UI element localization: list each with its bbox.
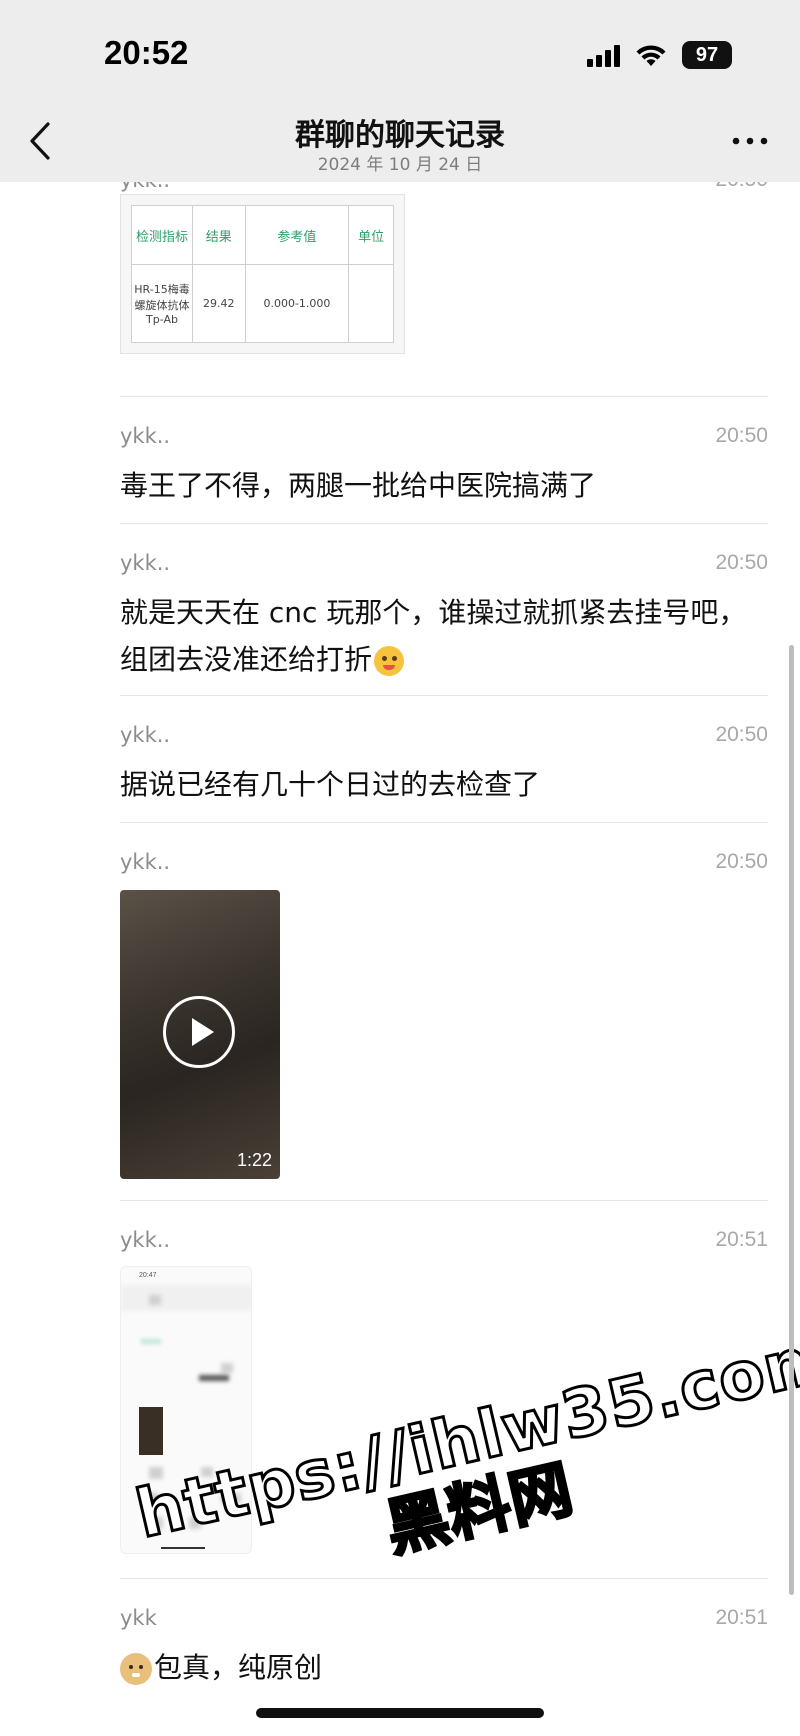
- message-time: 20:50: [715, 182, 768, 192]
- report-cell: 0.000-1.000: [244, 264, 350, 343]
- divider: [120, 396, 768, 397]
- message-item: ykk.. 20:50 就是天天在 cnc 玩那个，谁操过就抓紧去挂号吧，组团去…: [120, 551, 768, 691]
- message-item: ykk.. 20:50 1:22: [120, 850, 768, 1190]
- message-time: 20:50: [715, 723, 768, 746]
- divider: [120, 1578, 768, 1579]
- play-icon[interactable]: [163, 996, 235, 1068]
- message-item: ykk.. 20:50 检测指标 结果 参考值 单位 HR-15梅毒螺旋体抗体T…: [120, 182, 768, 368]
- screenshot-home-indicator: [161, 1547, 205, 1549]
- message-item: ykk 20:51 包真，纯原创: [120, 1606, 768, 1706]
- report-header-cell: 检测指标: [131, 205, 193, 265]
- flushed-face-emoji-icon: [374, 646, 405, 676]
- more-options-icon[interactable]: [730, 134, 770, 148]
- message-time: 20:51: [715, 1228, 768, 1251]
- message-text: 毒王了不得，两腿一批给中医院搞满了: [120, 469, 597, 502]
- sender-name: ykk..: [120, 182, 170, 192]
- report-cell: HR-15梅毒螺旋体抗体Tp-Ab: [131, 264, 193, 343]
- blurred-region: [121, 1285, 251, 1311]
- message-item: ykk.. 20:50 据说已经有几十个日过的去检查了: [120, 723, 768, 813]
- blurred-region: [141, 1339, 161, 1344]
- scrollbar[interactable]: [789, 645, 794, 1595]
- lab-report-image[interactable]: 检测指标 结果 参考值 单位 HR-15梅毒螺旋体抗体Tp-Ab 29.42 0…: [120, 194, 405, 354]
- blurred-region: [149, 1467, 163, 1479]
- divider: [120, 822, 768, 823]
- message-text: 据说已经有几十个日过的去检查了: [120, 768, 541, 801]
- message-time: 20:50: [715, 424, 768, 447]
- sender-name: ykk..: [120, 424, 171, 448]
- divider: [120, 523, 768, 524]
- sender-name: ykk..: [120, 850, 171, 874]
- battery-icon: 97: [682, 41, 732, 69]
- message-text-content: 就是天天在 cnc 玩那个，谁操过就抓紧去挂号吧，组团去没准还给打折: [120, 596, 747, 676]
- sender-name: ykk: [120, 1606, 157, 1630]
- screenshot-image[interactable]: 20:47: [120, 1266, 252, 1554]
- video-thumbnail[interactable]: 1:22: [120, 890, 280, 1179]
- message-item: ykk.. 20:50 毒王了不得，两腿一批给中医院搞满了: [120, 424, 768, 514]
- report-cell: 29.42: [192, 264, 246, 343]
- sender-name: ykk..: [120, 723, 171, 747]
- divider: [120, 695, 768, 696]
- screenshot-status-time: 20:47: [139, 1272, 157, 1279]
- lab-report-table: 检测指标 结果 参考值 单位 HR-15梅毒螺旋体抗体Tp-Ab 29.42 0…: [131, 205, 394, 343]
- message-item: ykk.. 20:51 20:47: [120, 1228, 768, 1568]
- report-header-cell: 单位: [348, 205, 394, 265]
- divider: [120, 1200, 768, 1201]
- video-preview-thumb: [139, 1407, 163, 1455]
- wifi-icon: [636, 45, 666, 66]
- blurred-region: [221, 1363, 233, 1373]
- report-header-cell: 结果: [192, 205, 246, 265]
- page-title: 群聊的聊天记录: [295, 118, 505, 153]
- blurred-region: [189, 1517, 201, 1529]
- status-time: 20:52: [104, 34, 189, 71]
- video-duration: 1:22: [236, 1150, 272, 1170]
- blurred-region: [149, 1517, 163, 1529]
- page-subtitle-date: 2024 年 10 月 24 日: [317, 155, 483, 175]
- chat-history-list[interactable]: ykk.. 20:50 检测指标 结果 参考值 单位 HR-15梅毒螺旋体抗体T…: [0, 182, 800, 1736]
- message-text: 包真，纯原创: [120, 1644, 768, 1691]
- blurred-region: [221, 1493, 241, 1503]
- blurred-region: [149, 1295, 161, 1305]
- home-indicator[interactable]: [256, 1708, 544, 1718]
- message-text: 就是天天在 cnc 玩那个，谁操过就抓紧去挂号吧，组团去没准还给打折: [120, 589, 768, 683]
- status-icons: 97: [587, 38, 732, 72]
- blurred-region: [201, 1467, 213, 1477]
- message-time: 20:50: [715, 551, 768, 574]
- sender-name: ykk..: [120, 551, 171, 575]
- cellular-signal-icon: [587, 43, 620, 67]
- status-bar: 20:52 97: [0, 0, 800, 100]
- blurred-region: [149, 1493, 159, 1503]
- dog-face-emoji-icon: [120, 1653, 152, 1685]
- nav-bar: 群聊的聊天记录 2024 年 10 月 24 日: [0, 100, 800, 182]
- message-time: 20:50: [715, 850, 768, 873]
- report-cell: [348, 264, 394, 343]
- message-time: 20:51: [715, 1606, 768, 1629]
- sender-name: ykk..: [120, 1228, 171, 1252]
- message-text-content: 包真，纯原创: [154, 1651, 323, 1684]
- report-header-cell: 参考值: [244, 205, 350, 265]
- blurred-region: [199, 1375, 229, 1381]
